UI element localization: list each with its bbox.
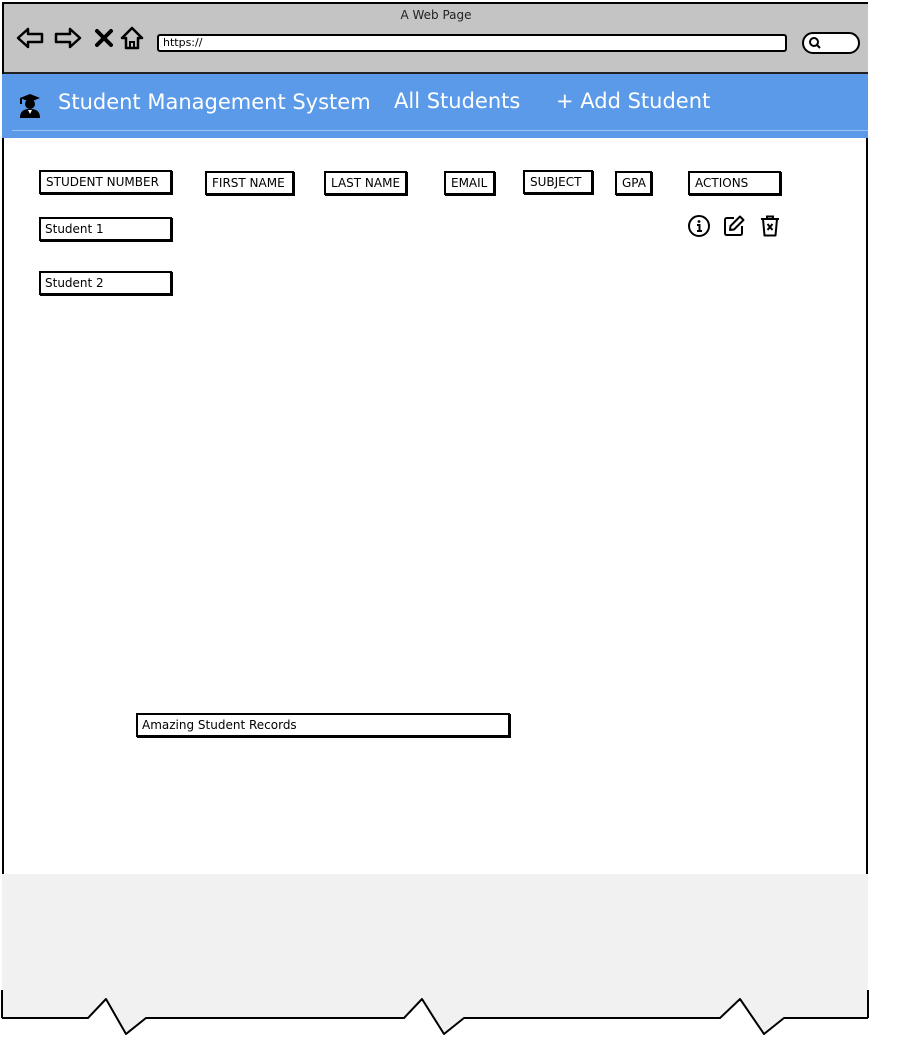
back-arrow-icon[interactable]	[16, 24, 44, 52]
delete-icon[interactable]	[758, 214, 782, 238]
close-x-icon[interactable]	[90, 24, 118, 52]
column-header-gpa: GPA	[615, 171, 652, 195]
browser-search-field[interactable]	[802, 32, 860, 54]
column-header-email: EMAIL	[444, 171, 495, 195]
header-divider	[12, 130, 868, 131]
column-header-student-number: STUDENT NUMBER	[39, 170, 172, 194]
nav-all-students[interactable]: All Students	[394, 89, 520, 113]
search-icon	[809, 37, 821, 49]
home-icon[interactable]	[118, 24, 146, 52]
brand-title[interactable]: Student Management System	[58, 90, 371, 114]
forward-arrow-icon[interactable]	[54, 24, 82, 52]
column-header-actions: ACTIONS	[688, 171, 781, 195]
table-row[interactable]: Student 1	[39, 217, 172, 241]
browser-toolbar: A Web Page https://	[4, 4, 868, 74]
info-icon[interactable]	[687, 214, 711, 238]
edit-icon[interactable]	[722, 214, 746, 238]
window-title: A Web Page	[400, 8, 472, 22]
url-bar[interactable]: https://	[157, 34, 787, 52]
column-header-subject: SUBJECT	[523, 170, 593, 194]
table-row[interactable]: Student 2	[39, 271, 172, 295]
footer-text-box: Amazing Student Records	[136, 713, 510, 737]
app-header: Student Management System All Students +…	[2, 74, 868, 138]
column-header-last-name: LAST NAME	[324, 171, 407, 195]
nav-add-student[interactable]: + Add Student	[556, 89, 710, 113]
column-header-first-name: FIRST NAME	[205, 171, 294, 195]
graduate-icon	[20, 94, 40, 118]
torn-page-edge	[0, 990, 920, 1037]
